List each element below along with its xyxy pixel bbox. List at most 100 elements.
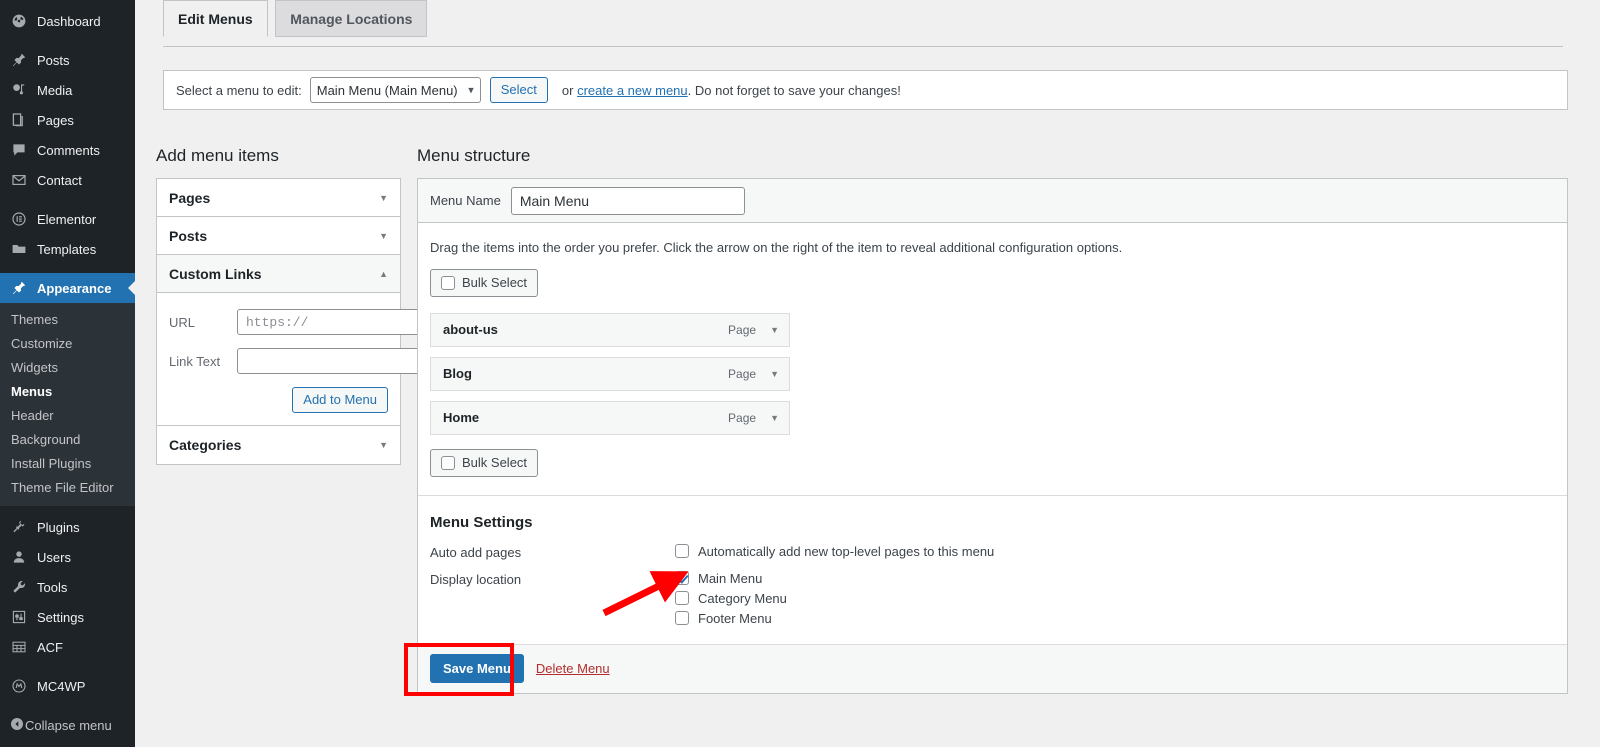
tab-manage-locations[interactable]: Manage Locations	[275, 0, 427, 37]
sidebar-item-dashboard[interactable]: Dashboard	[0, 6, 135, 36]
sidebar-item-templates[interactable]: Templates	[0, 234, 135, 264]
sidebar-item-label: Tools	[37, 580, 67, 595]
chevron-down-icon[interactable]: ▼	[379, 231, 388, 241]
chevron-down-icon[interactable]: ▼	[379, 193, 388, 203]
delete-menu-link[interactable]: Delete Menu	[536, 661, 610, 676]
checkbox-icon[interactable]	[675, 591, 689, 605]
select-menu-button[interactable]: Select	[490, 77, 548, 103]
bulk-select-label: Bulk Select	[462, 275, 527, 290]
menu-item-type: Page	[728, 323, 756, 337]
submenu-item-widgets[interactable]: Widgets	[0, 356, 135, 380]
chevron-down-icon[interactable]: ▼	[379, 440, 388, 450]
add-to-menu-button[interactable]: Add to Menu	[292, 387, 388, 413]
accordion-header-categories[interactable]: Categories ▼	[157, 426, 400, 464]
auto-add-pages-option[interactable]: Automatically add new top-level pages to…	[675, 544, 994, 559]
sidebar-item-tools[interactable]: Tools	[0, 572, 135, 602]
sidebar-item-pages[interactable]: Pages	[0, 105, 135, 135]
menu-item-type: Page	[728, 411, 756, 425]
media-icon	[9, 80, 29, 100]
sidebar-item-plugins[interactable]: Plugins	[0, 512, 135, 542]
create-new-menu-link[interactable]: create a new menu	[577, 83, 688, 98]
checkbox-icon[interactable]	[441, 456, 455, 470]
location-option-category-menu[interactable]: Category Menu	[675, 591, 787, 606]
submenu-item-install-plugins[interactable]: Install Plugins	[0, 452, 135, 476]
add-menu-items-heading: Add menu items	[156, 145, 279, 167]
sidebar-separator	[0, 195, 135, 204]
submenu-item-header[interactable]: Header	[0, 404, 135, 428]
sidebar-group-admin: Plugins Users Tools Settings	[0, 512, 135, 662]
link-text-label: Link Text	[169, 354, 237, 369]
menu-item-type: Page	[728, 367, 756, 381]
location-option-footer-menu[interactable]: Footer Menu	[675, 611, 787, 626]
submenu-item-background[interactable]: Background	[0, 428, 135, 452]
chevron-down-icon[interactable]: ▼	[770, 413, 779, 423]
chevron-up-icon[interactable]: ▲	[379, 269, 388, 279]
chevron-down-icon[interactable]: ▼	[770, 325, 779, 335]
display-location-row: Display location Main Menu Category Menu	[430, 571, 1555, 626]
save-menu-button[interactable]: Save Menu	[430, 654, 524, 683]
link-text-input[interactable]	[237, 348, 431, 374]
menu-select-note: . Do not forget to save your changes!	[688, 83, 901, 98]
dashboard-icon	[9, 11, 29, 31]
sidebar-item-comments[interactable]: Comments	[0, 135, 135, 165]
sidebar-item-acf[interactable]: ACF	[0, 632, 135, 662]
sidebar-item-posts[interactable]: Posts	[0, 45, 135, 75]
menu-item-meta: Page ▼	[728, 367, 779, 381]
bulk-select-top[interactable]: Bulk Select	[430, 269, 538, 297]
display-location-label: Display location	[430, 571, 675, 587]
link-text-field-row: Link Text	[169, 348, 388, 374]
menu-item-meta: Page ▼	[728, 411, 779, 425]
checkbox-icon[interactable]	[675, 544, 689, 558]
auto-add-pages-label: Auto add pages	[430, 544, 675, 560]
submenu-item-theme-file-editor[interactable]: Theme File Editor	[0, 476, 135, 500]
sidebar-item-users[interactable]: Users	[0, 542, 135, 572]
add-menu-items-accordion: Pages ▼ Posts ▼ Custom Links ▲ URL	[156, 178, 401, 465]
menu-settings-heading: Menu Settings	[430, 514, 1555, 531]
checkbox-icon[interactable]	[441, 276, 455, 290]
sidebar-item-settings[interactable]: Settings	[0, 602, 135, 632]
chevron-down-icon[interactable]: ▼	[770, 369, 779, 379]
submenu-item-themes[interactable]: Themes	[0, 308, 135, 332]
menu-name-input[interactable]	[511, 187, 745, 215]
bulk-select-bottom[interactable]: Bulk Select	[430, 449, 538, 477]
menu-structure-panel: Menu Name Drag the items into the order …	[417, 178, 1568, 694]
menu-item-row[interactable]: about-us Page ▼	[430, 313, 790, 347]
admin-content: Edit Menus Manage Locations Select a men…	[135, 0, 1600, 747]
menu-select-dropdown[interactable]: Main Menu (Main Menu)	[310, 77, 481, 103]
sidebar-item-media[interactable]: Media	[0, 75, 135, 105]
location-option-label: Main Menu	[698, 571, 762, 586]
sidebar-item-mc4wp[interactable]: MC4WP	[0, 671, 135, 701]
sidebar-item-label: Elementor	[37, 212, 96, 227]
sidebar-item-label: Comments	[37, 143, 100, 158]
url-input[interactable]	[237, 309, 423, 335]
menu-structure-body: Drag the items into the order you prefer…	[418, 223, 1567, 693]
sidebar-item-label: Posts	[37, 53, 70, 68]
location-option-label: Footer Menu	[698, 611, 772, 626]
sidebar-item-elementor[interactable]: Elementor	[0, 204, 135, 234]
menu-panel-footer: Save Menu Delete Menu	[418, 644, 1567, 693]
accordion-header-posts[interactable]: Posts ▼	[157, 217, 400, 255]
elementor-icon	[9, 209, 29, 229]
menu-item-row[interactable]: Home Page ▼	[430, 401, 790, 435]
sidebar-item-label: MC4WP	[37, 679, 85, 694]
menu-select-wrapper: Main Menu (Main Menu) ▾	[310, 77, 481, 103]
submenu-item-customize[interactable]: Customize	[0, 332, 135, 356]
accordion-header-pages[interactable]: Pages ▼	[157, 179, 400, 217]
sidebar-item-label: Templates	[37, 242, 96, 257]
sidebar-item-appearance[interactable]: Appearance	[0, 273, 135, 303]
location-option-main-menu[interactable]: Main Menu	[675, 571, 787, 586]
sidebar-item-label: Users	[37, 550, 71, 565]
submenu-item-menus[interactable]: Menus	[0, 380, 135, 404]
sidebar-group-builder: Elementor Templates	[0, 204, 135, 264]
checkbox-checked-icon[interactable]	[675, 571, 689, 585]
sidebar-item-label: Plugins	[37, 520, 80, 535]
tab-edit-menus[interactable]: Edit Menus	[163, 0, 268, 37]
collapse-menu-button[interactable]: Collapse menu	[0, 710, 135, 740]
menu-item-row[interactable]: Blog Page ▼	[430, 357, 790, 391]
admin-sidebar: Dashboard Posts Media Page	[0, 0, 135, 747]
accordion-header-custom-links[interactable]: Custom Links ▲	[157, 255, 400, 293]
menu-name-label: Menu Name	[430, 193, 501, 208]
checkbox-icon[interactable]	[675, 611, 689, 625]
appearance-brush-icon	[9, 278, 29, 298]
sidebar-item-contact[interactable]: Contact	[0, 165, 135, 195]
